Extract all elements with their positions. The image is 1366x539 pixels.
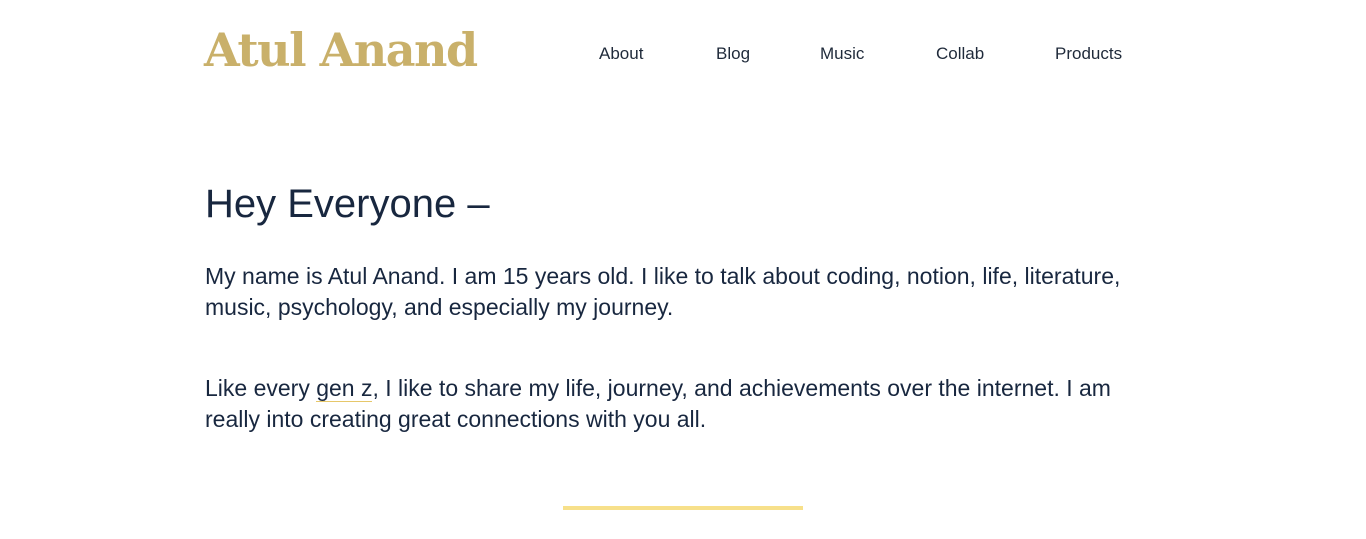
- intro-paragraph: My name is Atul Anand. I am 15 years old…: [205, 263, 1121, 320]
- share-paragraph-text-start: Like every: [205, 375, 317, 401]
- page: Atul Anand About Blog Music Collab Produ…: [0, 0, 1366, 539]
- share-paragraph: Like every gen z, I like to share my lif…: [205, 373, 1155, 435]
- nav-link-collab[interactable]: Collab: [936, 42, 984, 66]
- nav-link-about[interactable]: About: [599, 42, 643, 66]
- nav-link-blog[interactable]: Blog: [716, 42, 750, 66]
- nav-link-music[interactable]: Music: [820, 42, 864, 66]
- section-divider: [563, 506, 803, 510]
- nav-link-products[interactable]: Products: [1055, 42, 1122, 66]
- page-heading: Hey Everyone –: [205, 182, 490, 226]
- main-nav: About Blog Music Collab Products: [0, 42, 1366, 66]
- gen-z-link[interactable]: gen z: [316, 375, 373, 402]
